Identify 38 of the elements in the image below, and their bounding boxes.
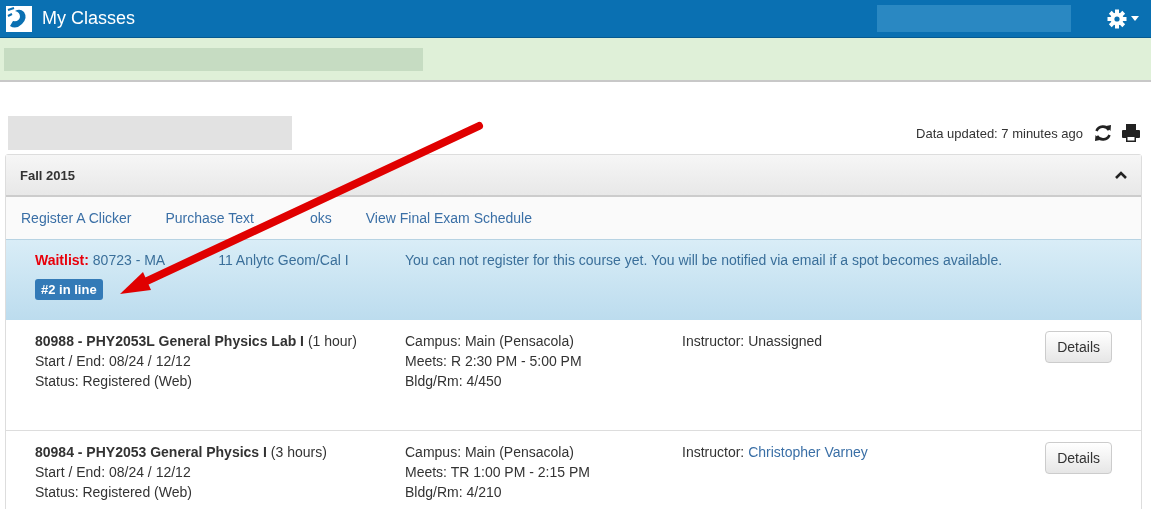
panel-header[interactable]: Fall 2015: [6, 155, 1141, 197]
course-campus: Campus: Main (Pensacola): [405, 443, 575, 462]
course-room: Bldg/Rm: 4/210: [405, 483, 503, 502]
settings-menu[interactable]: [1107, 8, 1139, 29]
position-badge: #2 in line: [35, 279, 103, 300]
waitlist-course: 11 Anlytc Geom/Cal I: [218, 252, 349, 268]
course-title: 80988 - PHY2053L General Physics Lab I (1 hour): [35, 332, 358, 351]
instructor-link[interactable]: Christopher Varney: [748, 444, 868, 460]
instructor-label: Instructor:: [682, 333, 745, 349]
course-meets: Meets: R 2:30 PM - 5:00 PM: [405, 352, 583, 371]
term-title: Fall 2015: [20, 167, 75, 183]
course-meets: Meets: TR 1:00 PM - 2:15 PM: [405, 463, 591, 482]
instructor-label: Instructor:: [682, 444, 745, 460]
caret-icon: [1131, 16, 1139, 21]
course-room: Bldg/Rm: 4/450: [405, 372, 503, 391]
logo-icon: [6, 5, 32, 32]
waitlist-course: 80723 - MA: [92, 252, 166, 268]
details-button[interactable]: Details: [1045, 331, 1112, 363]
course-dates: Start / End: 08/24 / 12/12: [35, 463, 192, 482]
settings-icon: [1107, 8, 1127, 29]
print-icon[interactable]: [1121, 123, 1141, 143]
course-title: 80984 - PHY2053 General Physics I (3 hours): [35, 443, 328, 462]
course-status: Status: Registered (Web): [35, 483, 193, 502]
waitlist-message: You can not register for this course yet. You will be notified via email if a spot becomes available.: [405, 252, 1003, 268]
link[interactable]: oks: [309, 210, 332, 226]
course-status: Status: Registered (Web): [35, 372, 193, 391]
link[interactable]: Purchase Text: [165, 210, 254, 226]
details-button[interactable]: Details: [1045, 442, 1112, 474]
course-dates: Start / End: 08/24 / 12/12: [35, 352, 192, 371]
refresh-icon[interactable]: [1093, 123, 1113, 143]
instructor-name: Unassigned: [748, 333, 823, 349]
app-title: My Classes: [42, 8, 135, 29]
course-campus: Campus: Main (Pensacola): [405, 332, 575, 351]
waitlist-label: Waitlist:: [35, 252, 89, 268]
chevron-up-icon[interactable]: [1115, 171, 1127, 179]
link[interactable]: View Final Exam Schedule: [365, 210, 533, 226]
update-status: Data updated: 7 minutes ago: [916, 125, 1083, 141]
link[interactable]: Register A Clicker: [21, 210, 132, 226]
